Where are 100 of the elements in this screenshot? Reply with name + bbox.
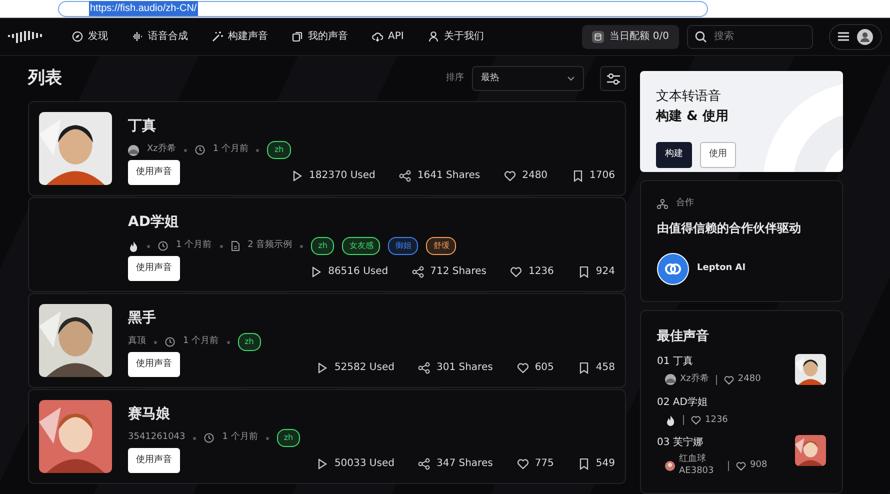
magic-wand-icon bbox=[212, 31, 223, 42]
tag: 女友感 bbox=[342, 237, 380, 255]
voice-title: 赛马娘 bbox=[128, 404, 171, 424]
sort-dropdown[interactable]: 最热 bbox=[472, 66, 584, 91]
clock-icon bbox=[165, 337, 175, 347]
play-icon bbox=[316, 458, 328, 470]
avatar-icon[interactable] bbox=[857, 28, 873, 44]
partner-name: Lepton AI bbox=[697, 262, 746, 275]
stat-bookmark-count: 549 bbox=[578, 456, 615, 471]
heart-icon bbox=[691, 415, 701, 426]
nav-link[interactable]: 关于我们 bbox=[428, 29, 484, 44]
author-name: Xz乔希 bbox=[680, 373, 709, 386]
nav-link[interactable]: 构建声音 bbox=[212, 29, 268, 44]
address-bar[interactable]: https://fish.audio/zh-CN/ bbox=[58, 0, 708, 16]
heart-icon bbox=[736, 460, 746, 471]
voice-title: AD学姐 bbox=[128, 213, 180, 232]
quota-button[interactable]: 当日配额 0/0 bbox=[582, 24, 679, 48]
filter-button[interactable] bbox=[600, 66, 626, 91]
promo-subtitle: 构建 & 使用 bbox=[656, 108, 730, 126]
tag: zh bbox=[238, 333, 261, 351]
user-icon bbox=[428, 31, 439, 42]
stat-share-count: 712 Shares bbox=[412, 264, 486, 279]
database-icon bbox=[592, 30, 604, 42]
stat-bookmark-count: 924 bbox=[578, 264, 615, 279]
stat-play-count: 182370 Used bbox=[291, 168, 376, 183]
compass-icon bbox=[72, 31, 83, 42]
top-voice-name: 02 AD学姐 bbox=[657, 396, 708, 410]
clock-icon bbox=[194, 145, 205, 155]
bookmark-icon bbox=[578, 458, 590, 470]
author-name: 真顶 bbox=[128, 335, 146, 348]
heart-icon bbox=[516, 458, 529, 470]
cloud-icon bbox=[372, 31, 383, 42]
tag: zh bbox=[267, 141, 291, 159]
bookmark-icon bbox=[572, 170, 584, 182]
share-icon bbox=[418, 458, 430, 470]
build-button[interactable]: 构建 bbox=[656, 142, 692, 168]
author-name: 红血球AE3803 bbox=[679, 454, 715, 478]
like-count: 1236 bbox=[705, 414, 728, 426]
chevron-icon bbox=[567, 76, 575, 81]
time-ago: 1 个月前 bbox=[212, 143, 248, 156]
sort-label: 排序 bbox=[446, 72, 464, 85]
use-voice-button[interactable]: 使用声音 bbox=[128, 256, 180, 281]
stat-heart-count: 2480 bbox=[504, 168, 548, 183]
tag: zh bbox=[276, 429, 300, 447]
time-ago: 1 个月前 bbox=[183, 335, 219, 348]
heart-icon bbox=[724, 374, 734, 385]
nav-link[interactable]: 我的声音 bbox=[292, 29, 348, 44]
partner-logo-icon bbox=[657, 252, 689, 284]
avatar-icon bbox=[665, 460, 675, 471]
menu-icon[interactable] bbox=[838, 32, 849, 41]
tag: 舒缓 bbox=[426, 237, 456, 255]
top-voice-name: 01 丁真 bbox=[657, 354, 694, 369]
stat-bookmark-count: 458 bbox=[578, 360, 615, 375]
stat-bookmark-count: 1706 bbox=[572, 168, 615, 183]
clock-icon bbox=[158, 241, 168, 251]
play-icon bbox=[291, 170, 303, 182]
partners-heading: 由值得信赖的合作伙伴驱动 bbox=[657, 220, 802, 236]
stat-play-count: 50033 Used bbox=[316, 456, 394, 471]
stat-share-count: 1641 Shares bbox=[399, 168, 480, 183]
play-icon bbox=[316, 362, 328, 374]
sliders-icon bbox=[606, 72, 620, 84]
nav-link[interactable]: 语音合成 bbox=[132, 29, 188, 44]
top-voices-title: 最佳声音 bbox=[657, 328, 710, 346]
clock-icon bbox=[204, 433, 214, 443]
time-ago: 1 个月前 bbox=[176, 239, 212, 252]
avatar-icon bbox=[665, 374, 676, 386]
heart-icon bbox=[504, 170, 516, 182]
heart-icon bbox=[516, 362, 529, 374]
stack-icon bbox=[292, 31, 303, 42]
use-voice-button[interactable]: 使用声音 bbox=[128, 352, 180, 377]
stat-share-count: 301 Shares bbox=[418, 360, 493, 375]
use-voice-button[interactable]: 使用声音 bbox=[128, 160, 180, 185]
nav-link[interactable]: API bbox=[372, 29, 404, 44]
use-button[interactable]: 使用 bbox=[700, 142, 736, 168]
stat-share-count: 347 Shares bbox=[418, 456, 493, 471]
nav-link[interactable]: 发现 bbox=[72, 29, 108, 44]
time-ago: 1 个月前 bbox=[222, 431, 258, 444]
search-field[interactable]: 搜索 bbox=[687, 24, 813, 48]
share-icon bbox=[418, 362, 430, 374]
network-icon bbox=[657, 198, 668, 209]
section-label: 合作 bbox=[676, 197, 694, 210]
use-voice-button[interactable]: 使用声音 bbox=[128, 448, 180, 473]
share-icon bbox=[399, 170, 412, 182]
play-icon bbox=[310, 266, 322, 278]
top-voice-name: 03 芙宁娜 bbox=[657, 436, 704, 450]
share-icon bbox=[412, 266, 424, 278]
list-title: 列表 bbox=[28, 66, 62, 90]
sample-count: 2 音频示例 bbox=[248, 239, 292, 252]
author-name: 3541261043 bbox=[128, 431, 186, 444]
bookmark-icon bbox=[578, 362, 590, 374]
stat-heart-count: 605 bbox=[516, 360, 554, 375]
waveform-icon bbox=[132, 31, 143, 42]
like-count: 908 bbox=[750, 458, 768, 472]
stat-play-count: 86516 Used bbox=[310, 264, 388, 279]
like-count: 2480 bbox=[738, 373, 761, 386]
stat-heart-count: 1236 bbox=[510, 264, 554, 279]
voice-title: 丁真 bbox=[128, 117, 157, 136]
heart-icon bbox=[510, 266, 522, 278]
stat-heart-count: 775 bbox=[516, 456, 554, 471]
tag: 御姐 bbox=[388, 237, 418, 255]
